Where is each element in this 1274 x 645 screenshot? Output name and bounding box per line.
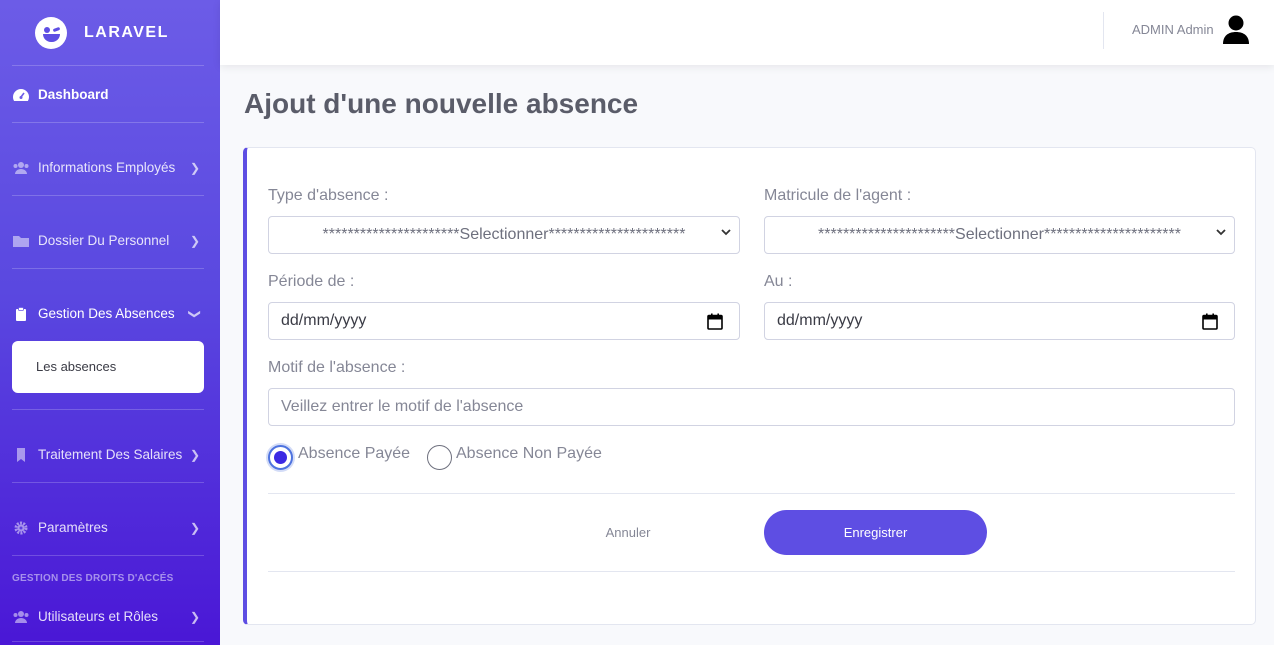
topbar: ADMIN Admin	[220, 0, 1274, 65]
sidebar-item-dossier-du-personnel[interactable]: Dossier Du Personnel ❯	[12, 233, 204, 248]
divider	[12, 555, 204, 556]
submenu-item-label: Les absences	[36, 359, 117, 374]
sidebar-item-utilisateurs-et-roles[interactable]: Utilisateurs et Rôles ❯	[12, 609, 204, 624]
sidebar: LARAVEL Dashboard Informations Employés …	[0, 0, 220, 645]
chevron-down-icon: ❯	[187, 308, 202, 319]
users-icon	[13, 610, 29, 623]
divider	[12, 122, 204, 123]
chevron-right-icon: ❯	[189, 447, 200, 462]
sidebar-item-label: Paramètres	[38, 520, 108, 535]
divider	[12, 641, 204, 642]
au-placeholder: dd/mm/yyyy	[777, 312, 863, 329]
divider	[12, 409, 204, 410]
chevron-right-icon: ❯	[189, 520, 200, 535]
divider	[12, 65, 204, 66]
divider	[268, 493, 1235, 494]
au-date-input[interactable]: dd/mm/yyyy	[764, 302, 1235, 340]
radio-absence-payee-label[interactable]: Absence Payée	[298, 445, 410, 463]
sidebar-item-label: Utilisateurs et Rôles	[38, 609, 159, 624]
submenu-les-absences[interactable]: Les absences	[12, 341, 204, 393]
clipboard-icon	[16, 306, 26, 321]
periode-label: Période de :	[268, 273, 355, 290]
motif-placeholder: Veillez entrer le motif de l'absence	[281, 398, 524, 415]
chevron-right-icon: ❯	[189, 160, 200, 175]
matricule-value: **********************Selectionner******…	[818, 226, 1181, 243]
calendar-icon[interactable]	[1202, 313, 1218, 330]
page-title: Ajout d'une nouvelle absence	[244, 88, 639, 119]
periode-placeholder: dd/mm/yyyy	[281, 312, 367, 329]
users-icon	[13, 161, 29, 174]
chevron-down-icon	[1216, 229, 1226, 236]
motif-textarea[interactable]: Veillez entrer le motif de l'absence	[268, 388, 1235, 426]
au-label: Au :	[764, 273, 793, 290]
chevron-right-icon: ❯	[189, 609, 200, 624]
bookmark-icon	[17, 447, 25, 462]
cancel-button[interactable]: Annuler	[578, 518, 678, 546]
sidebar-item-label: Informations Employés	[38, 160, 176, 175]
periode-date-input[interactable]: dd/mm/yyyy	[268, 302, 740, 340]
brand-name: LARAVEL	[84, 23, 169, 41]
dashboard-gauge-icon	[13, 88, 29, 101]
brand[interactable]: LARAVEL	[0, 0, 220, 65]
radio-absence-payee[interactable]	[268, 445, 293, 470]
chevron-down-icon	[721, 229, 731, 236]
folder-icon	[13, 235, 29, 247]
sidebar-item-label: Dossier Du Personnel	[38, 233, 170, 248]
calendar-icon[interactable]	[707, 313, 723, 330]
gear-icon	[14, 521, 28, 534]
sidebar-item-informations-employes[interactable]: Informations Employés ❯	[12, 160, 204, 175]
topbar-divider	[1103, 12, 1104, 49]
sidebar-item-dashboard[interactable]: Dashboard	[12, 87, 204, 102]
sidebar-item-label: Dashboard	[38, 87, 109, 102]
matricule-label: Matricule de l'agent :	[764, 187, 912, 204]
sidebar-item-label: Gestion Des Absences	[38, 306, 175, 321]
user-name[interactable]: ADMIN Admin	[1132, 22, 1214, 37]
divider	[12, 195, 204, 196]
divider	[12, 268, 204, 269]
divider	[12, 482, 204, 483]
divider	[268, 571, 1235, 572]
sidebar-item-traitement-des-salaires[interactable]: Traitement Des Salaires ❯	[12, 447, 204, 462]
radio-absence-non-payee[interactable]	[427, 445, 452, 470]
radio-absence-non-payee-label[interactable]: Absence Non Payée	[456, 445, 602, 463]
save-button[interactable]: Enregistrer	[764, 510, 987, 555]
sidebar-item-gestion-des-absences[interactable]: Gestion Des Absences ❯	[12, 306, 204, 321]
motif-label: Motif de l'absence :	[268, 359, 406, 376]
user-icon[interactable]	[1222, 15, 1250, 45]
chevron-right-icon: ❯	[189, 233, 200, 248]
type-absence-select[interactable]: **********************Selectionner******…	[268, 216, 740, 254]
matricule-select[interactable]: **********************Selectionner******…	[764, 216, 1235, 254]
section-label: GESTION DES DROITS D'ACCÉS	[12, 573, 174, 584]
smiley-wink-icon	[35, 16, 67, 49]
sidebar-item-label: Traitement Des Salaires	[38, 447, 183, 462]
type-absence-label: Type d'absence :	[268, 187, 389, 204]
sidebar-item-parametres[interactable]: Paramètres ❯	[12, 520, 204, 535]
type-absence-value: **********************Selectionner******…	[322, 226, 686, 243]
